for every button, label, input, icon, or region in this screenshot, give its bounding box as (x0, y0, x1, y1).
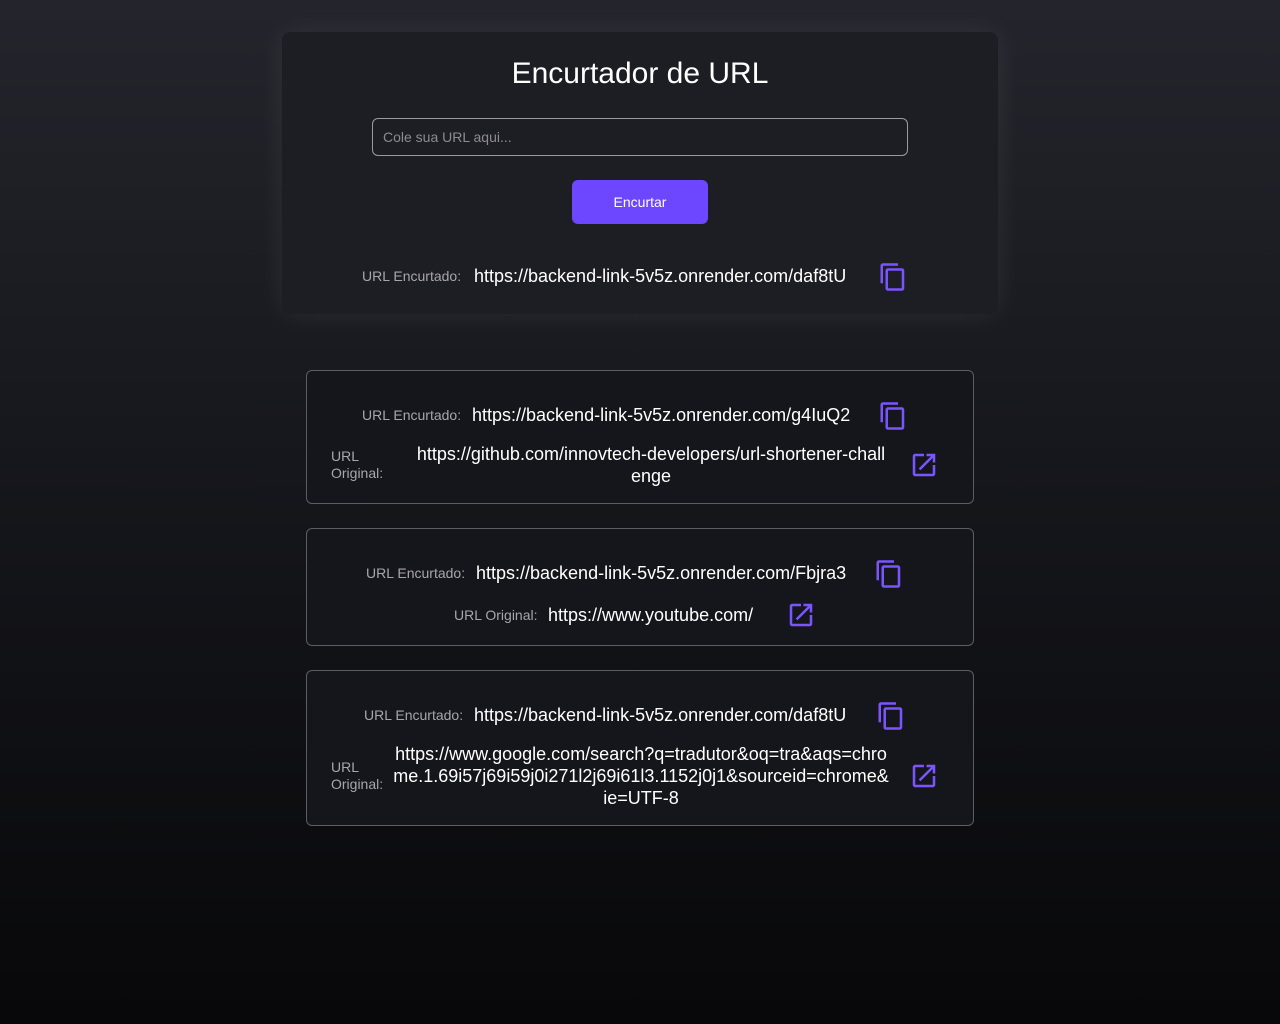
original-url-label: URL Original: (331, 448, 384, 481)
open-in-new-icon[interactable] (786, 600, 816, 630)
shorten-button[interactable]: Encurtar (572, 180, 708, 224)
original-url-label: URL Original: (454, 607, 538, 623)
copy-icon[interactable] (874, 559, 904, 589)
url-input[interactable] (372, 118, 908, 156)
open-in-new-icon[interactable] (909, 450, 939, 480)
page-title: Encurtador de URL (511, 57, 769, 90)
original-url-link: https://www.youtube.com/ (548, 605, 754, 625)
original-url-label: URL Original: (331, 759, 384, 792)
short-url-link: https://backend-link-5v5z.onrender.com/d… (474, 705, 847, 725)
open-in-new-icon[interactable] (909, 761, 939, 791)
original-url-link: https://github.com/innovtech-developers/… (416, 444, 886, 486)
short-url-label: URL Encurtado: (362, 407, 462, 423)
short-url-label: URL Encurtado: (366, 565, 466, 581)
short-url-link: https://backend-link-5v5z.onrender.com/g… (472, 405, 851, 425)
result-short-url: https://backend-link-5v5z.onrender.com/d… (474, 266, 847, 286)
result-short-label: URL Encurtado: (362, 268, 462, 284)
copy-icon[interactable] (878, 262, 908, 292)
copy-icon[interactable] (878, 401, 908, 431)
copy-icon[interactable] (876, 701, 906, 731)
short-url-link: https://backend-link-5v5z.onrender.com/F… (476, 563, 847, 583)
original-url-link: https://www.google.com/search?q=tradutor… (393, 744, 889, 808)
short-url-label: URL Encurtado: (364, 707, 464, 723)
